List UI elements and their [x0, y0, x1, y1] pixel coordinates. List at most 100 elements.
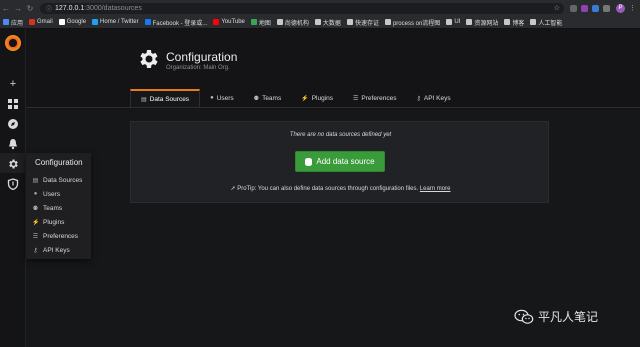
flyout-item-preferences[interactable]: ☰ Preferences: [26, 229, 91, 243]
flyout-item-label: Users: [43, 190, 60, 198]
tab-preferences[interactable]: ☰ Preferences: [343, 89, 406, 107]
database-icon: ▤: [141, 96, 147, 103]
database-icon: ▤: [32, 177, 39, 184]
bookmark-label: Gmail: [37, 19, 53, 25]
sliders-icon: ☰: [353, 95, 359, 102]
extension-icon[interactable]: [592, 4, 599, 12]
flyout-title[interactable]: Configuration: [26, 153, 91, 173]
learn-more-link[interactable]: Learn more: [420, 186, 451, 192]
flyout-item-users[interactable]: ● Users: [26, 187, 91, 201]
tab-label: API Keys: [423, 94, 451, 102]
info-icon: ⓘ: [46, 6, 53, 13]
bookmark-label: 快速存证: [354, 20, 379, 27]
alerting-icon[interactable]: [7, 138, 19, 150]
bookmark-item[interactable]: 博客: [504, 18, 524, 27]
bookmark-icon: [3, 19, 9, 25]
folder-icon: [384, 19, 391, 25]
flyout-item-plugins[interactable]: ⚡ Plugins: [26, 215, 91, 229]
forward-icon[interactable]: →: [12, 4, 24, 13]
flyout-item-label: API Keys: [43, 246, 70, 254]
url-path: :3000/datasources: [84, 4, 142, 12]
bookmark-label: 应用: [11, 20, 24, 27]
bookmark-item[interactable]: Google: [58, 19, 86, 25]
extension-icon[interactable]: [581, 4, 588, 12]
shield-icon[interactable]: [7, 178, 19, 191]
sliders-icon: ☰: [32, 233, 39, 240]
extension-icon[interactable]: [603, 4, 610, 12]
flyout-item-label: Preferences: [43, 232, 79, 240]
bookmark-item[interactable]: 快速存证: [346, 18, 379, 27]
database-icon: [305, 157, 313, 166]
bookmark-label: 资源网站: [474, 20, 499, 27]
bookmark-label: 尚德机构: [284, 20, 309, 27]
bookmark-item[interactable]: Facebook - 登录或...: [144, 18, 207, 27]
folder-icon: [276, 19, 283, 25]
dashboards-icon[interactable]: [7, 98, 19, 110]
folder-icon: [346, 19, 353, 25]
bookmark-icon: [58, 19, 65, 25]
folder-icon: [446, 19, 453, 25]
bookmark-item[interactable]: 人工智能: [530, 18, 562, 27]
menu-icon[interactable]: ⋮: [629, 4, 636, 12]
profile-avatar[interactable]: P: [616, 3, 625, 13]
bookmark-label: Home / Twitter: [100, 19, 139, 25]
bookmark-item[interactable]: 大数据: [314, 18, 341, 27]
explore-icon[interactable]: [7, 118, 19, 130]
tab-users[interactable]: ● Users: [200, 89, 244, 107]
bookmark-item[interactable]: Home / Twitter: [92, 19, 139, 25]
tab-teams[interactable]: ⚉ Teams: [244, 89, 292, 107]
plus-icon[interactable]: +: [7, 78, 19, 90]
bookmark-item[interactable]: 资源网站: [466, 18, 498, 27]
folder-icon: [466, 19, 473, 25]
protip-text: ProTip: You can also define data sources…: [237, 186, 419, 192]
empty-message: There are no data sources defined yet: [289, 132, 392, 138]
bookmark-icon: [29, 19, 36, 25]
key-icon: ⚷: [416, 95, 421, 102]
flyout-item-label: Data Sources: [43, 176, 83, 184]
user-icon: ●: [210, 95, 214, 101]
bookmark-icon: [213, 19, 220, 25]
tab-api-keys[interactable]: ⚷ API Keys: [406, 89, 460, 107]
bookmark-item[interactable]: YouTube: [213, 19, 245, 25]
bookmark-icon: [144, 19, 151, 25]
tab-plugins[interactable]: ⚡ Plugins: [291, 89, 343, 107]
page-subtitle: Organization: Main Org.: [166, 65, 230, 71]
key-icon: ⚷: [33, 247, 38, 254]
users-icon: ⚉: [32, 205, 39, 212]
tab-label: Plugins: [311, 94, 334, 102]
bookmark-item[interactable]: 地图: [250, 18, 271, 27]
protip: ➚ ProTip: You can also define data sourc…: [131, 185, 550, 192]
bookmark-item[interactable]: process on流程图: [384, 18, 440, 27]
tab-data-sources[interactable]: ▤ Data Sources: [130, 89, 201, 107]
empty-state-panel: There are no data sources defined yet Ad…: [130, 121, 549, 203]
configuration-icon[interactable]: [7, 158, 19, 170]
extension-icon[interactable]: [570, 4, 577, 12]
bookmark-label: 博客: [512, 20, 525, 27]
flyout-item-api-keys[interactable]: ⚷ API Keys: [26, 243, 91, 257]
reload-icon[interactable]: ↻: [24, 4, 36, 13]
rocket-icon: ➚: [230, 186, 236, 192]
flyout-item-data-sources[interactable]: ▤ Data Sources: [26, 173, 91, 187]
plug-icon: ⚡: [32, 219, 40, 226]
users-icon: ⚉: [253, 95, 260, 102]
bookmark-item[interactable]: 应用: [3, 18, 23, 27]
bookmark-label: 大数据: [322, 20, 341, 27]
flyout-item-label: Teams: [43, 204, 63, 212]
bookmark-label: 地图: [258, 20, 271, 27]
add-data-source-button[interactable]: Add data source: [295, 151, 385, 172]
flyout-item-teams[interactable]: ⚉ Teams: [26, 201, 91, 215]
tab-label: Teams: [262, 94, 282, 102]
folder-icon: [314, 19, 321, 25]
grafana-logo[interactable]: [5, 35, 21, 51]
watermark: 平凡人笔记: [514, 308, 598, 325]
back-icon[interactable]: ←: [0, 4, 12, 13]
address-bar[interactable]: ⓘ 127.0.0.1:3000/datasources ☆: [40, 2, 564, 14]
bookmark-item[interactable]: 尚德机构: [276, 18, 309, 27]
folder-icon: [530, 19, 537, 25]
flyout-item-label: Plugins: [43, 218, 65, 226]
tab-divider: [26, 107, 640, 108]
bookmark-item[interactable]: Gmail: [29, 19, 53, 25]
star-icon[interactable]: ☆: [554, 4, 560, 12]
bookmark-item[interactable]: UI: [446, 19, 460, 25]
configuration-flyout: Configuration ▤ Data Sources ● Users ⚉ Teams ⚡…: [26, 153, 91, 259]
